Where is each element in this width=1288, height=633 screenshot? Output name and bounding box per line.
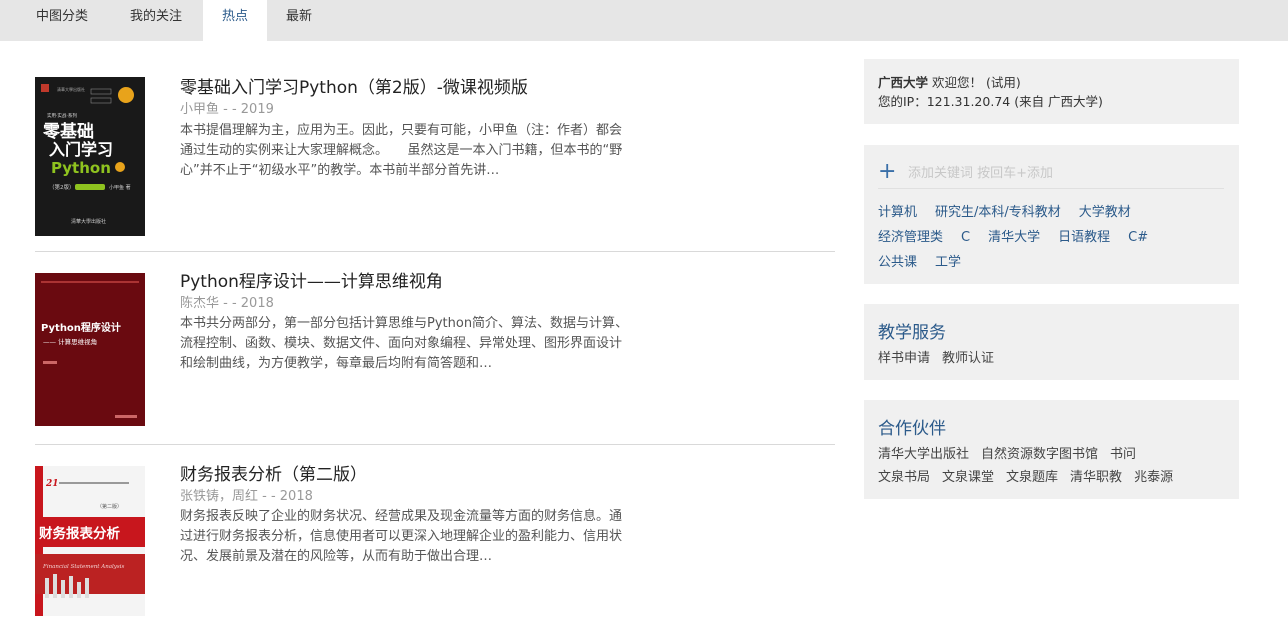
- partner-link[interactable]: 兆泰源: [1134, 470, 1173, 485]
- tag-japanese[interactable]: 日语教程: [1058, 230, 1110, 245]
- add-keyword-input[interactable]: [908, 162, 1208, 184]
- welcome-line: 广西大学 欢迎您！ (试用): [878, 73, 1225, 92]
- cover-subtitle: Financial Statement Analysis: [42, 564, 124, 570]
- book-author-year: 张铁铸，周红 - - 2018: [180, 489, 313, 504]
- tag-engineering[interactable]: 工学: [935, 255, 961, 270]
- partner-link[interactable]: 书问: [1110, 447, 1136, 462]
- user-info-panel: 广西大学 欢迎您！ (试用) 您的IP：121.31.20.74 (来自 广西大…: [864, 59, 1239, 124]
- sample-book-request-link[interactable]: 样书申请: [878, 351, 930, 366]
- tag-computer[interactable]: 计算机: [878, 205, 917, 220]
- ip-line: 您的IP：121.31.20.74 (来自 广西大学): [878, 94, 1103, 109]
- partner-link[interactable]: 自然资源数字图书馆: [981, 447, 1098, 462]
- tag-row: 经济管理类 C 清华大学 日语教程 C#: [878, 226, 1166, 245]
- partners-panel: 合作伙伴 清华大学出版社 自然资源数字图书馆 书问 文泉书局 文泉课堂 文泉题库 清华职教…: [864, 400, 1239, 499]
- partner-links: 文泉书局 文泉课堂 文泉题库 清华职教 兆泰源: [878, 466, 1185, 485]
- add-keyword-row: +: [878, 159, 1224, 189]
- book-cover-art: 21 （第二版） 财务报表分析 Financial Statement Anal…: [35, 466, 145, 616]
- partner-link[interactable]: 清华职教: [1070, 470, 1122, 485]
- tag-csharp[interactable]: C#: [1128, 230, 1148, 245]
- welcome-text: 欢迎您！ (试用): [932, 75, 1021, 90]
- cover-edition: （第二版）: [97, 503, 122, 510]
- book-list-item: 21 （第二版） 财务报表分析 Financial Statement Anal…: [35, 0, 835, 633]
- tag-row: 计算机 研究生/本科/专科教材 大学教材: [878, 201, 1149, 220]
- tag-row: 公共课 工学: [878, 251, 979, 270]
- school-name: 广西大学: [878, 75, 929, 90]
- partner-link[interactable]: 清华大学出版社: [878, 447, 969, 462]
- keyword-tags-panel: + 计算机 研究生/本科/专科教材 大学教材 经济管理类 C 清华大学 日语教程 C# 公共…: [864, 145, 1239, 284]
- service-heading: 教学服务: [878, 323, 946, 343]
- partner-link[interactable]: 文泉课堂: [942, 470, 994, 485]
- teacher-verify-link[interactable]: 教师认证: [942, 351, 994, 366]
- partner-link[interactable]: 文泉题库: [1006, 470, 1058, 485]
- tag-tsinghua[interactable]: 清华大学: [988, 230, 1040, 245]
- tag-c[interactable]: C: [961, 230, 970, 245]
- tag-economics[interactable]: 经济管理类: [878, 230, 943, 245]
- tag-textbooks[interactable]: 研究生/本科/专科教材: [935, 205, 1061, 220]
- service-links: 样书申请 教师认证: [878, 347, 1006, 366]
- plus-icon[interactable]: +: [878, 159, 896, 185]
- book-description: 财务报表反映了企业的财务状况、经营成果及现金流量等方面的财务信息。通过进行财务报…: [180, 509, 623, 564]
- book-title[interactable]: 财务报表分析（第二版）: [180, 460, 367, 485]
- book-cover-financial-analysis[interactable]: 21 （第二版） 财务报表分析 Financial Statement Anal…: [35, 466, 145, 616]
- tag-public-course[interactable]: 公共课: [878, 255, 917, 270]
- partner-links: 清华大学出版社 自然资源数字图书馆 书问: [878, 443, 1148, 462]
- teaching-service-panel: 教学服务 样书申请 教师认证: [864, 304, 1239, 380]
- cover-line1: 财务报表分析: [38, 525, 120, 542]
- tag-university-textbooks[interactable]: 大学教材: [1079, 205, 1131, 220]
- partner-link[interactable]: 文泉书局: [878, 470, 930, 485]
- partners-heading: 合作伙伴: [878, 419, 946, 439]
- cover-number: 21: [45, 479, 59, 489]
